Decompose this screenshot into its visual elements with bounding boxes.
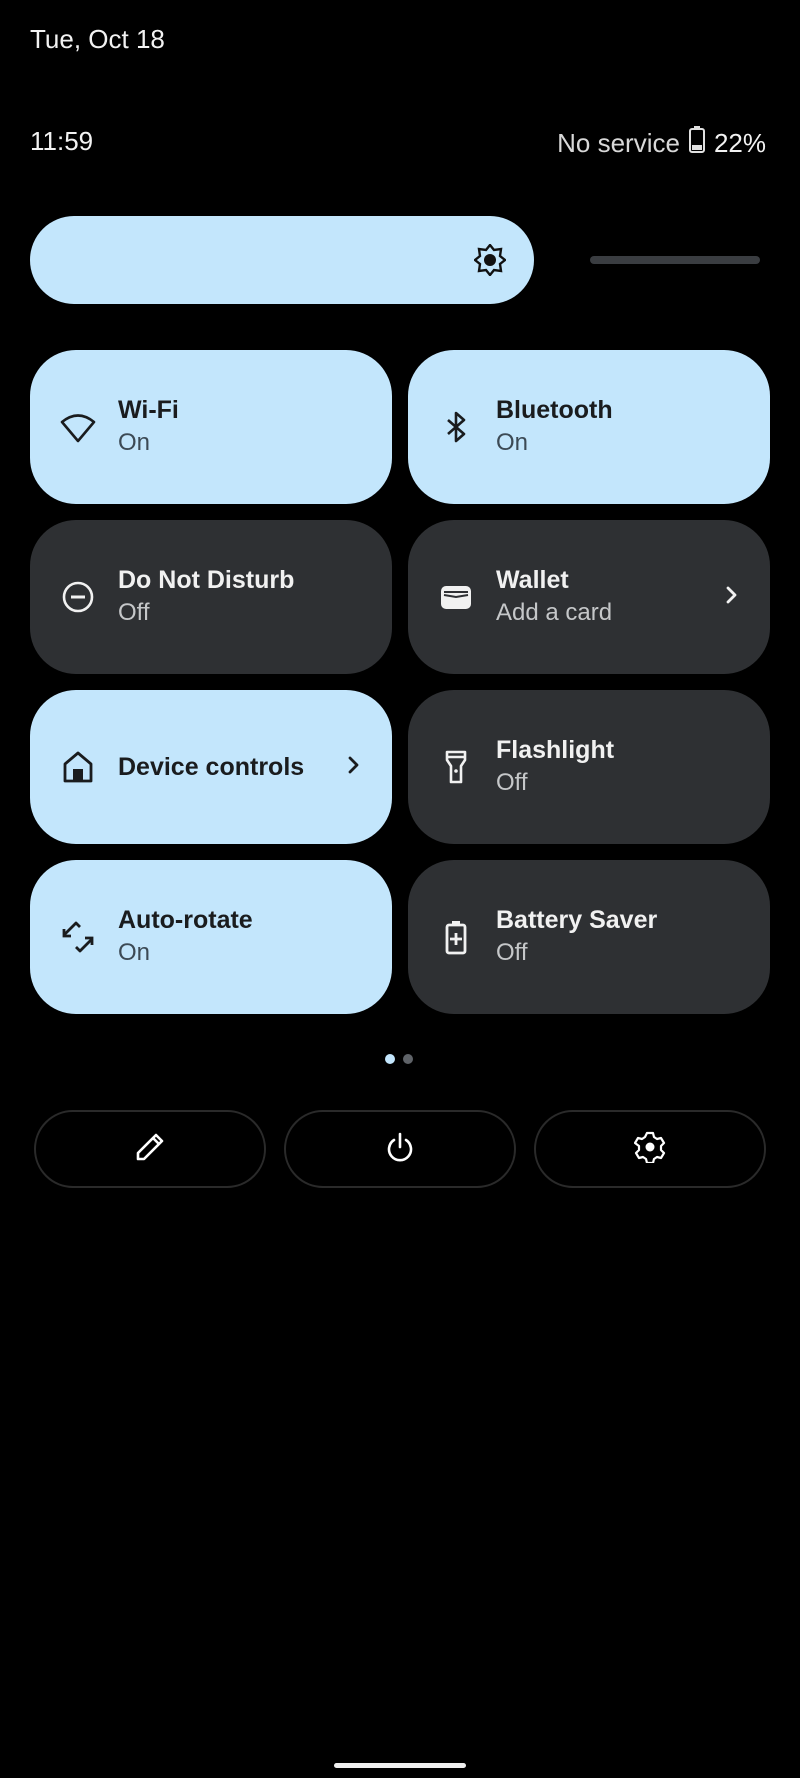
- tile-status: On: [118, 429, 151, 456]
- tile-texts: Flashlight Off: [496, 734, 742, 800]
- tile-wallet[interactable]: Wallet Add a card: [408, 520, 770, 674]
- battery-percent: 22%: [713, 128, 766, 158]
- tile-status: Off: [118, 599, 150, 626]
- tile-texts: Wallet Add a card: [496, 564, 722, 630]
- tile-label: Auto-rotate: [118, 906, 253, 934]
- brightness-slider[interactable]: [30, 216, 760, 304]
- tile-status: Add a card: [496, 599, 613, 626]
- tile-status: Off: [496, 769, 528, 796]
- tile-status: On: [496, 429, 529, 456]
- wifi-icon: [60, 409, 96, 445]
- network-status: No service: [557, 128, 680, 158]
- tile-auto-rotate[interactable]: Auto-rotate On: [30, 860, 392, 1014]
- brightness-fill[interactable]: [30, 216, 534, 304]
- bluetooth-icon: [438, 409, 474, 445]
- wallet-icon: [438, 579, 474, 615]
- home-icon: [60, 749, 96, 785]
- clock[interactable]: 11:59: [30, 126, 93, 157]
- tile-texts: Do Not Disturb Off: [118, 564, 364, 630]
- power-icon: [384, 1131, 416, 1168]
- auto-rotate-icon: [60, 919, 96, 955]
- tile-texts: Wi-Fi On: [118, 394, 364, 460]
- tile-device-controls[interactable]: Device controls: [30, 690, 392, 844]
- tile-texts: Battery Saver Off: [496, 904, 742, 970]
- brightness-icon: [473, 243, 507, 277]
- tile-do-not-disturb[interactable]: Do Not Disturb Off: [30, 520, 392, 674]
- page-dot-active[interactable]: [385, 1054, 395, 1064]
- tile-flashlight[interactable]: Flashlight Off: [408, 690, 770, 844]
- tile-label: Bluetooth: [496, 396, 613, 424]
- tile-label: Flashlight: [496, 736, 615, 764]
- battery-icon: [688, 126, 706, 161]
- tile-texts: Bluetooth On: [496, 394, 742, 460]
- brightness-track[interactable]: [590, 256, 760, 264]
- chevron-right-icon: [722, 581, 742, 614]
- tile-texts: Device controls: [118, 751, 344, 783]
- tile-label: Device controls: [118, 753, 305, 781]
- chevron-right-icon: [344, 751, 364, 784]
- tile-status: On: [118, 939, 151, 966]
- tile-label: Battery Saver: [496, 906, 658, 934]
- edit-button[interactable]: [34, 1110, 266, 1188]
- flashlight-icon: [438, 749, 474, 785]
- status-area: No service 22%: [557, 126, 766, 161]
- footer-actions: [34, 1110, 766, 1188]
- battery-saver-icon: [438, 919, 474, 955]
- settings-button[interactable]: [534, 1110, 766, 1188]
- quick-settings-grid: Wi-Fi On Bluetooth On Do Not Disturb Off Walle…: [30, 350, 770, 1014]
- power-button[interactable]: [284, 1110, 516, 1188]
- tile-bluetooth[interactable]: Bluetooth On: [408, 350, 770, 504]
- tile-label: Wallet: [496, 566, 569, 594]
- tile-status: Off: [496, 939, 528, 966]
- date-label[interactable]: Tue, Oct 18: [30, 24, 165, 55]
- tile-battery-saver[interactable]: Battery Saver Off: [408, 860, 770, 1014]
- tile-wi-fi[interactable]: Wi-Fi On: [30, 350, 392, 504]
- tile-label: Wi-Fi: [118, 396, 179, 424]
- navigation-handle[interactable]: [334, 1763, 466, 1768]
- tile-label: Do Not Disturb: [118, 566, 295, 594]
- do-not-disturb-icon: [60, 579, 96, 615]
- page-indicator: [385, 1054, 413, 1064]
- gear-icon: [633, 1131, 666, 1168]
- pencil-icon: [134, 1131, 166, 1168]
- page-dot[interactable]: [403, 1054, 413, 1064]
- tile-texts: Auto-rotate On: [118, 904, 364, 970]
